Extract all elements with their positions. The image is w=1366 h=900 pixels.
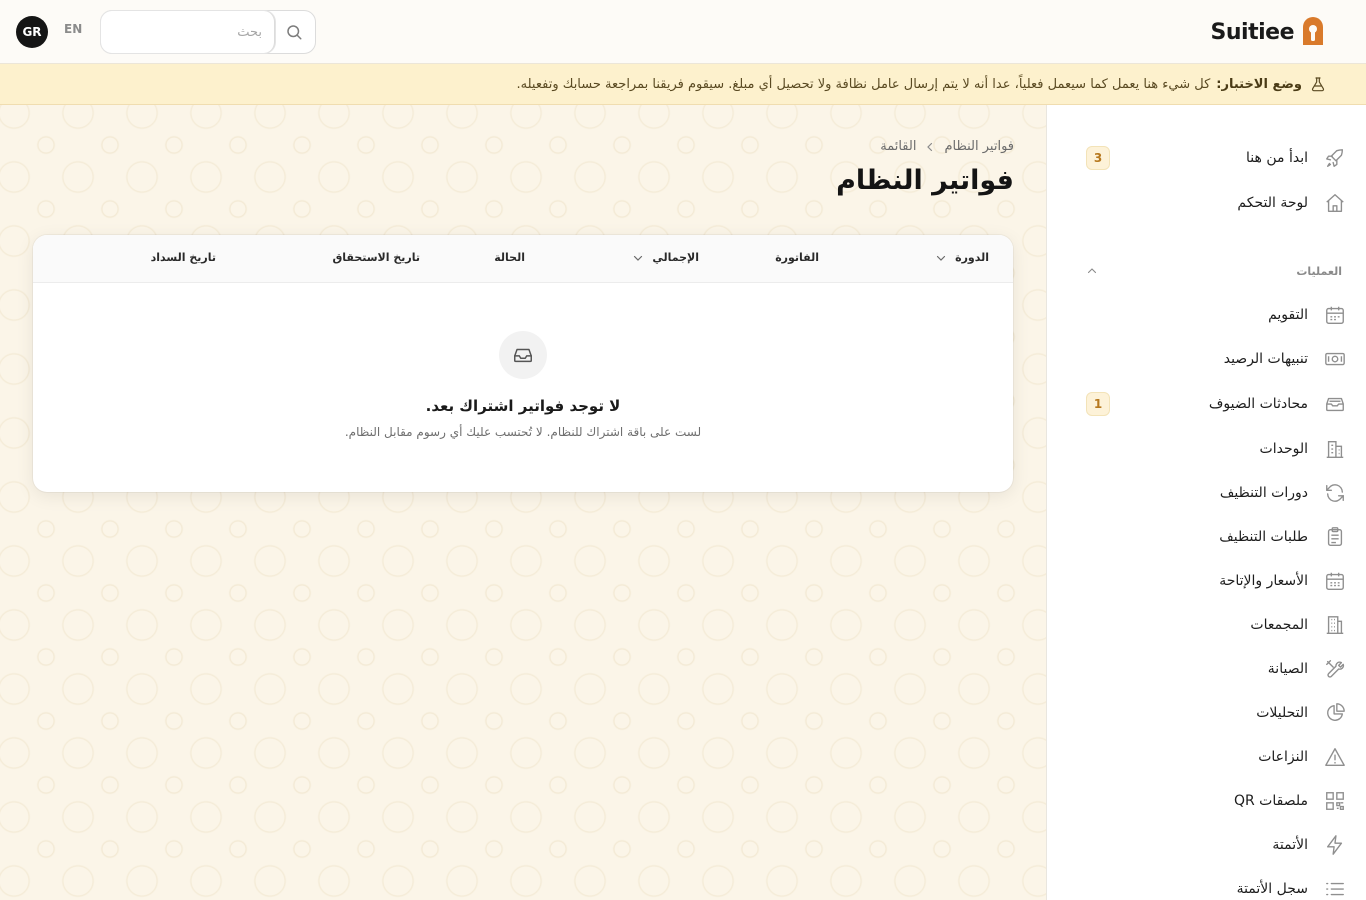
column-header-status: الحالة [494,251,525,264]
sidebar-item-label: النزاعات [1258,749,1308,765]
empty-state-title: لا توجد فواتير اشتراك بعد. [425,397,621,415]
clipboard-icon [1324,526,1346,548]
chevron-down-icon [632,252,644,264]
sidebar-item-label: الأسعار والإتاحة [1219,573,1308,589]
sidebar-item-analytics[interactable]: التحليلات [1086,695,1346,731]
count-badge: 1 [1086,392,1110,416]
sidebar-item-label: المجمعات [1250,617,1308,633]
list-icon [1324,878,1346,900]
breadcrumb-parent[interactable]: القائمة [880,139,916,154]
column-label: الدورة [955,251,989,264]
sidebar-item-cleaning-requests[interactable]: طلبات التنظيف [1086,519,1346,555]
sidebar-item-label: ابدأ من هنا [1246,150,1308,166]
column-label: الفاتورة [775,251,819,264]
sidebar-item-label: لوحة التحكم [1237,195,1308,211]
sidebar-item-guest-conversations[interactable]: محادثات الضيوف 1 [1086,386,1346,422]
pie-chart-icon [1324,702,1346,724]
inbox-icon [512,344,534,366]
sidebar-item-pricing-availability[interactable]: الأسعار والإتاحة [1086,563,1346,599]
main-content: فواتير النظام القائمة فواتير النظام الدو… [0,105,1046,900]
section-label: العمليات [1296,264,1342,278]
column-header-cycle[interactable]: الدورة [935,251,989,264]
tools-icon [1324,658,1346,680]
sidebar-item-get-started[interactable]: ابدأ من هنا 3 [1086,140,1346,176]
invoices-table-card: الدورة الفاتورة الإجمالي الحالة تاريخ ال… [33,235,1013,492]
calendar-grid-icon [1324,570,1346,592]
brand[interactable]: Suitiee [1211,15,1326,49]
search-box [100,10,316,54]
sidebar-item-qr-stickers[interactable]: ملصقات QR [1086,783,1346,819]
column-header-due-date: تاريخ الاستحقاق [332,251,420,264]
sidebar-section-operations[interactable]: العمليات [1086,263,1342,279]
sidebar-item-cleaning-cycles[interactable]: دورات التنظيف [1086,475,1346,511]
rocket-icon [1324,147,1346,169]
warning-icon [1324,746,1346,768]
empty-state-subtitle: لست على باقة اشتراك للنظام. لا تُحتسب عل… [344,425,702,439]
inbox-stack-icon [1324,393,1346,415]
bolt-icon [1324,834,1346,856]
sidebar-item-label: الأتمتة [1272,837,1308,853]
language-switch[interactable]: EN [64,22,82,36]
home-icon [1324,192,1346,214]
sidebar-item-label: محادثات الضيوف [1208,396,1308,412]
chevron-down-icon [935,252,947,264]
column-header-payment-date: تاريخ السداد [151,251,216,264]
page-title: فواتير النظام [836,165,1014,196]
test-mode-banner: وضع الاختبار: كل شيء هنا يعمل كما سيعمل … [0,64,1366,105]
office-icon [1324,614,1346,636]
user-avatar[interactable]: GR [16,16,48,48]
breadcrumb: فواتير النظام القائمة [880,139,1014,154]
chevron-up-icon [1086,265,1098,277]
column-header-invoice: الفاتورة [775,251,819,264]
building-icon [1324,438,1346,460]
column-label: تاريخ السداد [150,251,216,264]
sidebar-item-label: الصيانة [1267,661,1308,677]
search-icon[interactable] [285,23,303,41]
banner-text: كل شيء هنا يعمل كما سيعمل فعلياً، عدا أن… [516,76,1211,92]
brand-name: Suitiee [1210,19,1295,45]
table-header: الدورة الفاتورة الإجمالي الحالة تاريخ ال… [33,235,1013,283]
sidebar-item-label: الوحدات [1259,441,1308,457]
chevron-left-icon [924,141,936,153]
empty-state-icon-wrap [499,331,547,379]
sidebar-item-automation[interactable]: الأتمتة [1086,827,1346,863]
sidebar-item-label: تنبيهات الرصيد [1223,351,1308,367]
breadcrumb-current: فواتير النظام [944,139,1014,154]
keyhole-logo-icon [1300,15,1326,49]
column-header-total[interactable]: الإجمالي [632,251,699,264]
column-label: تاريخ الاستحقاق [332,251,420,264]
qr-icon [1324,790,1346,812]
sidebar-item-label: دورات التنظيف [1219,485,1308,501]
column-label: الإجمالي [652,251,699,264]
sidebar-item-balance-alerts[interactable]: تنبيهات الرصيد [1086,341,1346,377]
sidebar-item-disputes[interactable]: النزاعات [1086,739,1346,775]
sidebar-item-complexes[interactable]: المجمعات [1086,607,1346,643]
banner-title: وضع الاختبار: [1216,76,1302,92]
count-badge: 3 [1086,146,1110,170]
sidebar-item-automation-log[interactable]: سجل الأتمتة [1086,871,1346,900]
refresh-icon [1324,482,1346,504]
sidebar-item-label: طلبات التنظيف [1219,529,1308,545]
sidebar-item-calendar[interactable]: التقويم [1086,297,1346,333]
sidebar-item-units[interactable]: الوحدات [1086,431,1346,467]
sidebar-item-label: التحليلات [1256,705,1308,721]
sidebar-item-label: ملصقات QR [1233,793,1308,809]
banknote-icon [1324,348,1346,370]
sidebar: ابدأ من هنا 3 لوحة التحكم العمليات التقو… [1046,105,1366,900]
sidebar-item-dashboard[interactable]: لوحة التحكم [1086,185,1346,221]
calendar-icon [1324,304,1346,326]
sidebar-item-label: التقويم [1268,307,1308,323]
column-label: الحالة [494,251,525,264]
flask-icon [1310,76,1326,92]
search-input[interactable] [101,11,275,53]
top-bar: GR EN Suitiee [0,0,1366,64]
sidebar-item-label: سجل الأتمتة [1236,881,1308,897]
sidebar-item-maintenance[interactable]: الصيانة [1086,651,1346,687]
